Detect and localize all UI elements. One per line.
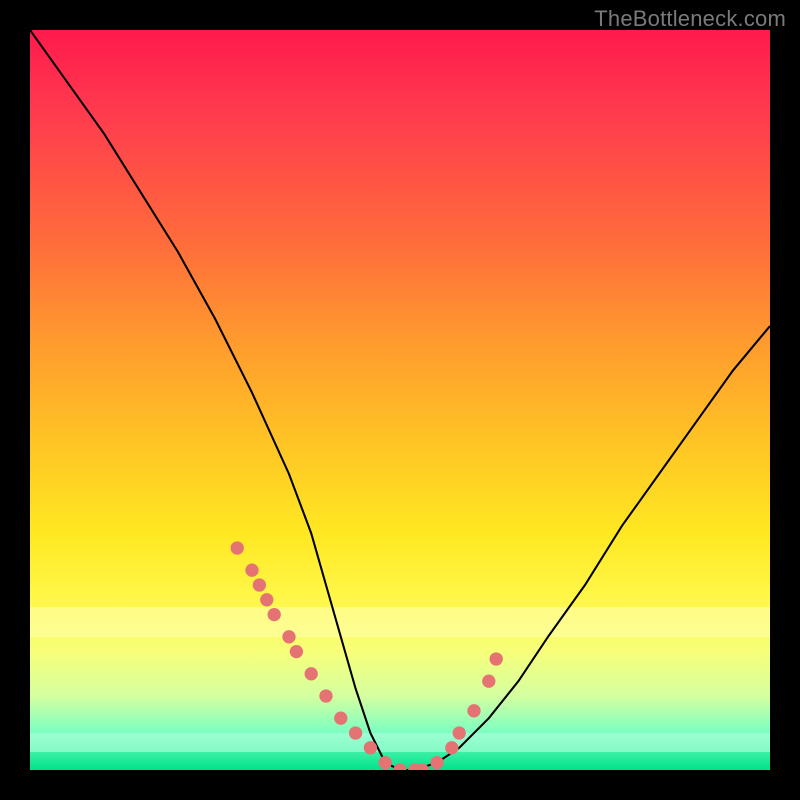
highlight-dot — [430, 756, 443, 769]
highlight-dot — [253, 578, 266, 591]
highlight-dot — [334, 712, 347, 725]
highlight-dot — [268, 608, 281, 621]
highlight-dot — [349, 726, 362, 739]
highlight-dot — [467, 704, 480, 717]
chart-plot-area — [30, 30, 770, 770]
highlight-dot — [245, 564, 258, 577]
bottleneck-chart — [30, 30, 770, 770]
watermark-text: TheBottleneck.com — [594, 6, 786, 32]
highlight-dot — [393, 763, 406, 770]
highlight-dot — [445, 741, 458, 754]
bottleneck-curve-line — [30, 30, 770, 770]
highlight-dot — [260, 593, 273, 606]
highlight-dot — [453, 726, 466, 739]
highlight-dot — [290, 645, 303, 658]
highlight-dot — [364, 741, 377, 754]
highlight-dot — [490, 652, 503, 665]
highlight-dot — [319, 689, 332, 702]
highlight-dot — [282, 630, 295, 643]
highlight-dot — [231, 541, 244, 554]
highlight-dot — [379, 756, 392, 769]
highlight-dots-group — [231, 541, 503, 770]
highlight-dot — [482, 675, 495, 688]
highlight-dot — [305, 667, 318, 680]
